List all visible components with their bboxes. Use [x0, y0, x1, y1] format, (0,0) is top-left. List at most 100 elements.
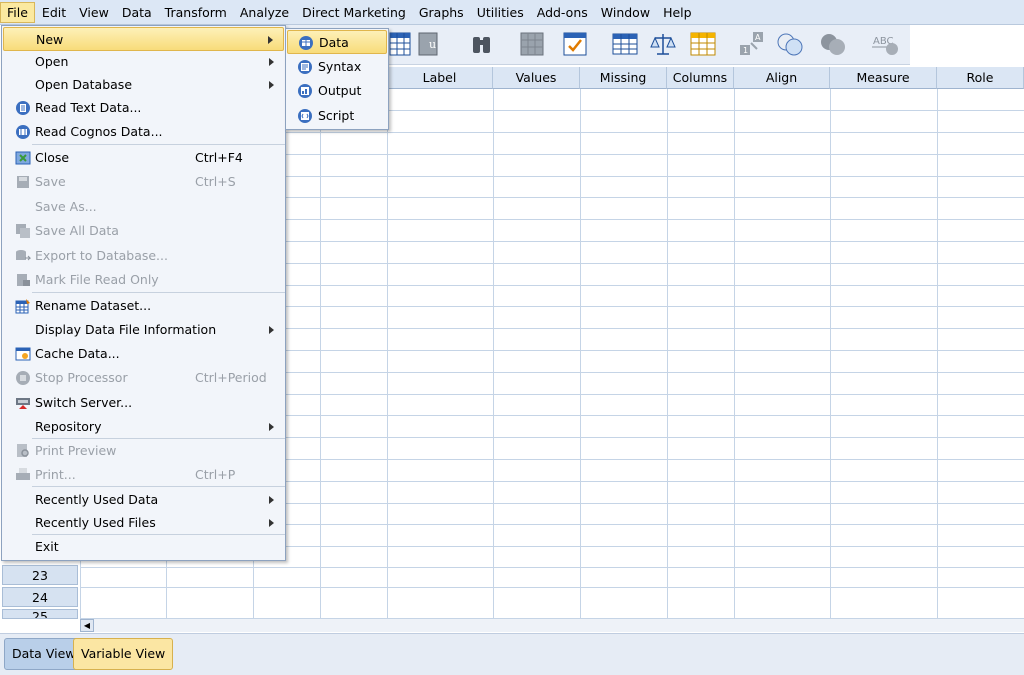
menu-item-cache-data[interactable]: Cache Data... [3, 342, 284, 366]
spell-check-icon[interactable]: ABC [870, 29, 900, 59]
tab-data-view[interactable]: Data View [4, 638, 84, 670]
menu-item-rename-dataset[interactable]: Rename Dataset... [3, 294, 284, 318]
use-variable-sets-icon[interactable]: A1 [737, 29, 767, 59]
menu-separator [32, 292, 285, 293]
menu-item-open-database[interactable]: Open Database [3, 73, 284, 97]
menu-analyze[interactable]: Analyze [234, 2, 295, 23]
grid-line [937, 89, 938, 619]
submenu-item-label: Output [318, 83, 362, 98]
row-number[interactable]: 24 [2, 587, 78, 607]
rename-dataset-icon [15, 299, 30, 314]
menu-item-recently-used-files[interactable]: Recently Used Files [3, 511, 284, 535]
menu-item-label: Open Database [35, 77, 133, 92]
menu-edit[interactable]: Edit [36, 2, 72, 23]
menu-item-label: Exit [35, 539, 59, 554]
file-menu: New Open Open Database Read Text Data...… [1, 25, 286, 561]
grid-line [580, 89, 581, 619]
split-file-icon[interactable] [560, 29, 590, 59]
menu-item-save-all-data: Save All Data [3, 219, 284, 243]
variables-icon[interactable] [385, 29, 415, 59]
submenu-item-output[interactable]: Output [287, 79, 387, 103]
insert-cases-icon[interactable] [517, 29, 547, 59]
script-icon [298, 109, 312, 123]
submenu-item-label: Syntax [318, 59, 362, 74]
menu-transform[interactable]: Transform [159, 2, 233, 23]
submenu-item-label: Script [318, 108, 355, 123]
find-icon[interactable] [467, 29, 497, 59]
menu-item-print-preview: Print Preview [3, 439, 284, 463]
menu-item-label: New [36, 32, 64, 47]
submenu-arrow-icon [269, 496, 274, 504]
menu-item-label: Print Preview [35, 443, 117, 458]
select-cases-icon[interactable] [610, 29, 640, 59]
header-values[interactable]: Values [493, 67, 580, 89]
menu-window[interactable]: Window [595, 2, 656, 23]
svg-text:1: 1 [743, 46, 748, 55]
cache-data-icon [15, 347, 31, 361]
show-all-variables-icon[interactable] [775, 29, 805, 59]
header-label[interactable]: Label [387, 67, 493, 89]
value-labels-icon[interactable] [688, 29, 718, 59]
menu-item-label: Save As... [35, 199, 97, 214]
output-icon [298, 84, 312, 98]
horizontal-scrollbar[interactable]: ◀ [80, 618, 1024, 632]
menu-item-label: Print... [35, 467, 76, 482]
tab-variable-view[interactable]: Variable View [73, 638, 174, 670]
menu-data[interactable]: Data [116, 2, 158, 23]
menu-item-label: Mark File Read Only [35, 272, 159, 287]
menu-item-label: Stop Processor [35, 370, 128, 385]
menu-item-save-as: Save As... [3, 195, 284, 219]
header-align[interactable]: Align [734, 67, 830, 89]
menu-item-open[interactable]: Open [3, 50, 284, 74]
grid-line [493, 89, 494, 619]
submenu-item-script[interactable]: Script [287, 104, 387, 128]
go-to-variable-icon[interactable]: u [415, 29, 445, 59]
menu-add-ons[interactable]: Add-ons [531, 2, 594, 23]
menu-utilities[interactable]: Utilities [471, 2, 530, 23]
menu-item-label: Open [35, 54, 69, 69]
svg-text:A: A [755, 33, 761, 42]
menu-item-recently-used-data[interactable]: Recently Used Data [3, 488, 284, 512]
shortcut-label: Ctrl+Period [195, 370, 267, 385]
header-measure[interactable]: Measure [830, 67, 937, 89]
menu-bar: File Edit View Data Transform Analyze Di… [0, 0, 1024, 25]
menu-item-close[interactable]: Close Ctrl+F4 [3, 146, 284, 170]
menu-item-label: Recently Used Files [35, 515, 156, 530]
menu-item-label: Save [35, 174, 66, 189]
shortcut-label: Ctrl+P [195, 467, 236, 482]
menu-direct-marketing[interactable]: Direct Marketing [296, 2, 412, 23]
circles-icon[interactable] [818, 29, 848, 59]
submenu-item-syntax[interactable]: Syntax [287, 55, 387, 79]
menu-view[interactable]: View [73, 2, 115, 23]
grid-line [734, 89, 735, 619]
menu-help[interactable]: Help [657, 2, 698, 23]
menu-item-read-cognos-data[interactable]: Read Cognos Data... [3, 120, 284, 144]
menu-item-label: Read Cognos Data... [35, 124, 163, 139]
grid-line [80, 567, 1024, 568]
header-missing[interactable]: Missing [580, 67, 667, 89]
menu-item-label: Save All Data [35, 223, 119, 238]
row-number[interactable]: 25 [2, 609, 78, 619]
header-columns[interactable]: Columns [667, 67, 734, 89]
menu-file[interactable]: File [0, 1, 35, 23]
weight-cases-icon[interactable] [648, 29, 678, 59]
header-role[interactable]: Role [937, 67, 1024, 89]
menu-item-switch-server[interactable]: Switch Server... [3, 391, 284, 415]
switch-server-icon [16, 398, 30, 409]
close-file-icon [15, 151, 31, 165]
menu-item-repository[interactable]: Repository [3, 415, 284, 439]
menu-graphs[interactable]: Graphs [413, 2, 470, 23]
menu-item-new[interactable]: New [3, 27, 284, 51]
menu-separator [32, 486, 285, 487]
menu-item-label: Export to Database... [35, 248, 168, 263]
row-number[interactable]: 23 [2, 565, 78, 585]
save-all-icon [16, 224, 30, 238]
menu-item-exit[interactable]: Exit [3, 535, 284, 559]
menu-item-label: Switch Server... [35, 395, 133, 410]
new-submenu: Data Syntax Output Script [285, 28, 389, 130]
scroll-left-icon[interactable]: ◀ [80, 619, 94, 632]
menu-item-label: Read Text Data... [35, 100, 142, 115]
submenu-item-data[interactable]: Data [287, 30, 387, 54]
menu-item-display-data-file-information[interactable]: Display Data File Information [3, 318, 284, 342]
menu-item-read-text-data[interactable]: Read Text Data... [3, 96, 284, 120]
